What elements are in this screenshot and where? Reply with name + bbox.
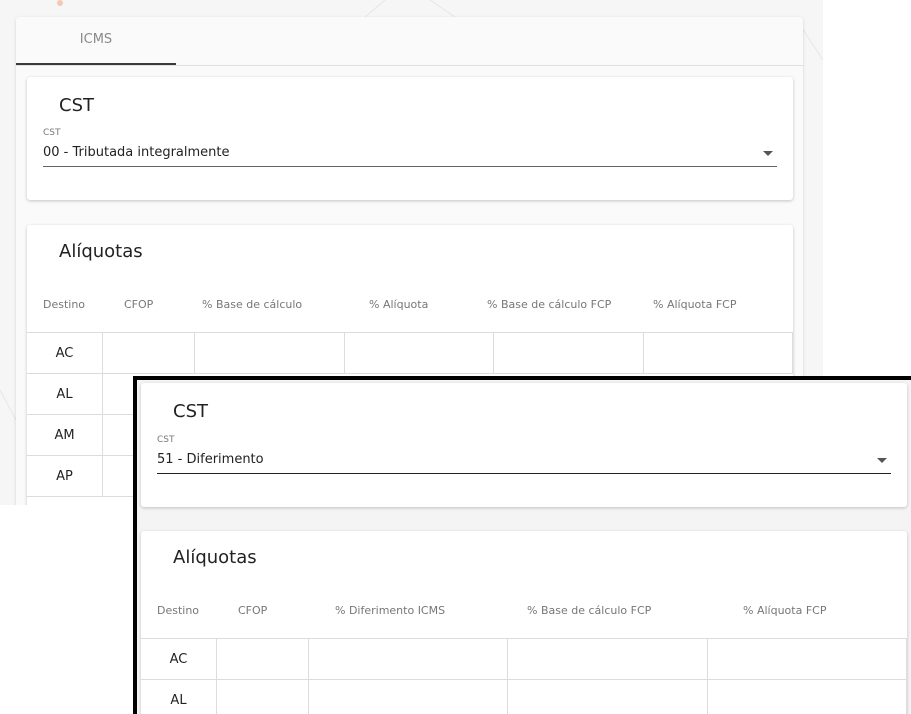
- column-header-base-calculo-fcp: % Base de cálculo FCP: [527, 604, 652, 617]
- card-title: CST: [59, 95, 94, 116]
- column-header-destino: Destino: [157, 604, 200, 617]
- caret-down-icon: [877, 458, 887, 463]
- select-value: 00 - Tributada integralmente: [43, 145, 230, 160]
- table-row: AC: [27, 332, 793, 374]
- caret-down-icon: [763, 151, 773, 156]
- select-underline: [157, 473, 891, 474]
- column-header-base-calculo-fcp: % Base de cálculo FCP: [487, 298, 612, 311]
- front-screenshot: CST CST 51 - Diferimento Alíquotas Desti…: [133, 376, 911, 714]
- aliquotas-card: Alíquotas Destino CFOP % Diferimento ICM…: [141, 531, 907, 714]
- select-label: CST: [43, 128, 61, 138]
- cell-destino: AP: [56, 469, 73, 484]
- column-header-aliquota-fcp: % Alíquota FCP: [653, 298, 737, 311]
- table-row: AL: [141, 679, 907, 714]
- cst-card: CST CST 00 - Tributada integralmente: [27, 77, 793, 200]
- column-header-diferimento-icms: % Diferimento ICMS: [335, 604, 446, 617]
- card-title: Alíquotas: [173, 547, 257, 568]
- column-header-cfop: CFOP: [124, 298, 154, 311]
- column-header-aliquota: % Alíquota: [369, 298, 429, 311]
- cell-destino: AL: [56, 387, 73, 402]
- column-header-aliquota-fcp: % Alíquota FCP: [743, 604, 827, 617]
- cell-destino: AL: [170, 693, 187, 708]
- cell-destino: AC: [55, 346, 74, 361]
- cell-destino: AC: [169, 652, 188, 667]
- cst-card: CST CST 51 - Diferimento: [141, 383, 907, 507]
- column-header-cfop: CFOP: [238, 604, 268, 617]
- card-title: Alíquotas: [59, 241, 143, 262]
- tab-icms[interactable]: ICMS: [16, 17, 176, 65]
- tab-bar: ICMS: [16, 17, 803, 66]
- cell-destino: AM: [54, 428, 75, 443]
- select-label: CST: [157, 435, 175, 445]
- card-title: CST: [173, 401, 208, 422]
- table-row: AC: [141, 638, 907, 680]
- column-header-destino: Destino: [43, 298, 86, 311]
- select-underline: [43, 166, 777, 167]
- column-header-base-calculo: % Base de cálculo: [202, 298, 303, 311]
- select-value: 51 - Diferimento: [157, 452, 264, 467]
